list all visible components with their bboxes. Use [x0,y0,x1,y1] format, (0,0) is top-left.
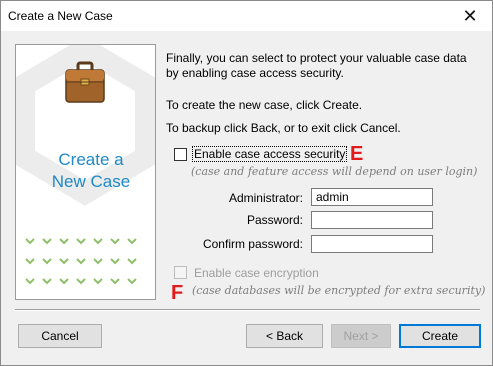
create-instructions: To create the new case, click Create. [166,98,363,112]
window-title: Create a New Case [8,9,113,23]
back-button[interactable]: < Back [246,324,323,348]
security-checkbox[interactable] [174,148,187,161]
administrator-label: Administrator: [228,191,303,205]
intro-text: Finally, you can select to protect your … [166,51,467,80]
password-label: Password: [246,213,303,227]
encryption-checkbox-label[interactable]: Enable case encryption [194,266,319,280]
create-case-dialog: Create a New Case ✕ Create a New Case Fi… [0,0,493,366]
title-bar[interactable]: Create a New Case ✕ [1,1,492,31]
next-button[interactable]: Next > [331,324,391,348]
security-note: (case and feature access will depend on … [191,165,478,178]
encryption-checkbox[interactable] [174,266,187,279]
back-instructions: To backup click Back, or to exit click C… [166,121,401,135]
close-icon: ✕ [462,5,478,26]
security-checkbox-label[interactable]: Enable case access security [192,146,348,162]
wizard-banner: Create a New Case [15,44,156,300]
button-separator [15,309,480,311]
banner-text: Create a New Case [51,150,131,191]
briefcase-icon [65,61,105,103]
encryption-note: (case databases will be encrypted for ex… [192,284,486,297]
confirm-password-label: Confirm password: [202,237,303,251]
marker-f: F [171,282,184,304]
chevron-pattern-icon [25,238,137,285]
password-field[interactable] [311,211,433,229]
create-button[interactable]: Create [399,324,481,348]
marker-e: E [350,143,364,165]
security-label-text: Enable case access security [192,146,348,162]
administrator-field[interactable] [311,188,433,206]
close-button[interactable]: ✕ [448,1,492,31]
confirm-password-field[interactable] [311,235,433,253]
cancel-button[interactable]: Cancel [18,324,102,348]
